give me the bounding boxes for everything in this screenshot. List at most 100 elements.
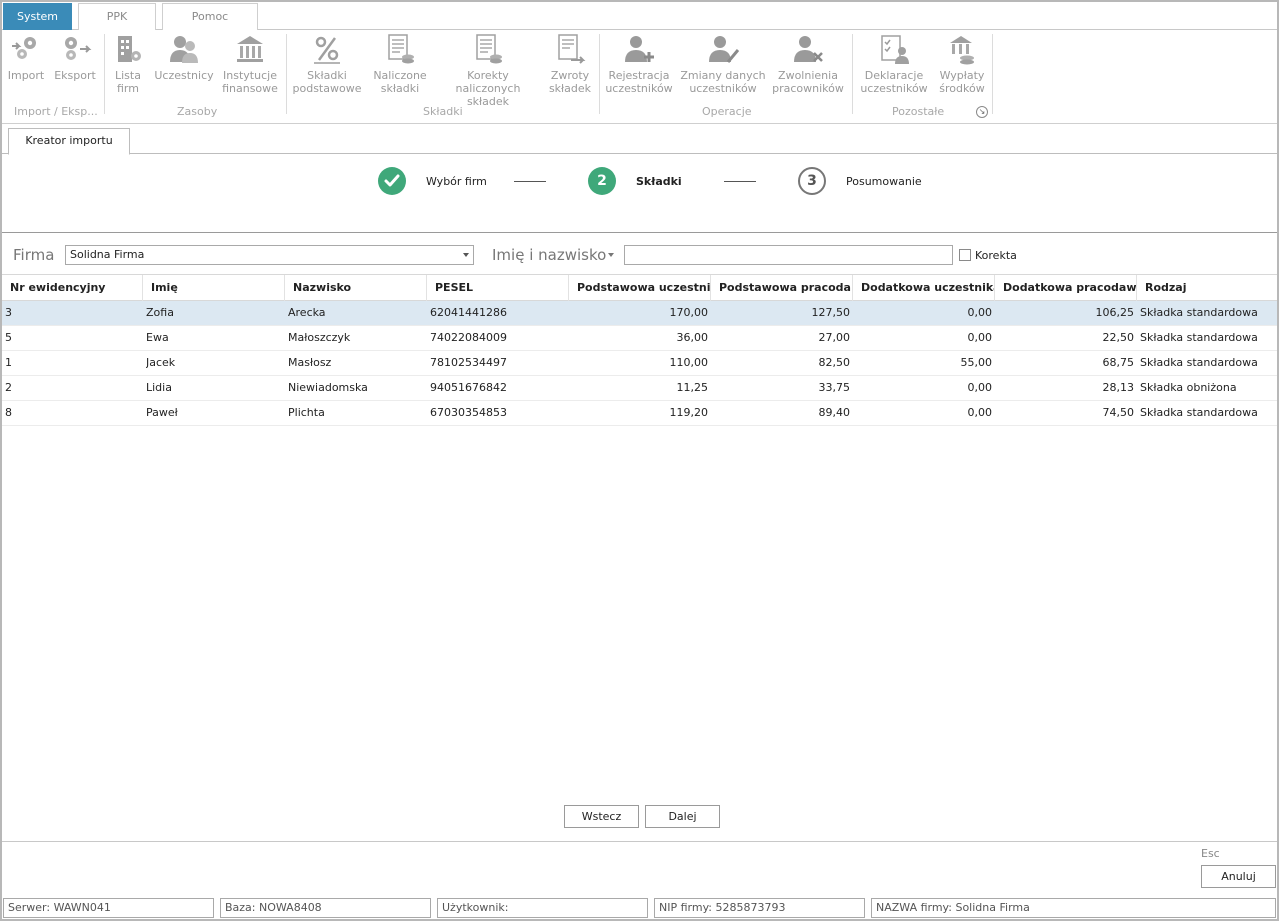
basic-contributions-button[interactable]: Składki podstawowe: [292, 32, 362, 95]
table-cell: Plichta: [288, 406, 325, 419]
wizard-steps: Wybór firm 2 Składki 3 Posumowanie: [0, 160, 1279, 204]
footer-divider: [2, 841, 1277, 842]
name-filter-label[interactable]: Imię i nazwisko: [492, 246, 606, 264]
column-header[interactable]: Nr ewidencyjny: [2, 275, 143, 301]
table-cell: 8: [5, 406, 12, 419]
ribbon-label: podstawowe: [292, 82, 362, 95]
ribbon-label: składek: [548, 82, 592, 95]
next-button[interactable]: Dalej: [645, 805, 720, 828]
tab-system[interactable]: System: [3, 3, 72, 30]
ribbon-label: firm: [117, 82, 139, 95]
user-remove-icon: [794, 36, 823, 62]
ribbon-label: Import: [7, 69, 45, 82]
participants-button[interactable]: Uczestnicy: [154, 32, 214, 82]
table-cell: Niewiadomska: [288, 381, 368, 394]
table-header: Nr ewidencyjny Imię Nazwisko PESEL Podst…: [2, 274, 1277, 301]
ribbon-label: Składki: [307, 69, 347, 82]
column-header[interactable]: Rodzaj: [1137, 275, 1277, 301]
tab-pomoc[interactable]: Pomoc: [162, 3, 258, 30]
group-label-operations: Operacje: [702, 105, 752, 118]
table-cell: Zofia: [146, 306, 174, 319]
table-cell: Paweł: [146, 406, 178, 419]
table-body: 3 Zofia Arecka 62041441286 170,00 127,50 0,00 1…: [2, 301, 1277, 426]
ribbon-label: Eksport: [54, 69, 96, 82]
withdrawals-button[interactable]: Wypłaty środków: [934, 32, 990, 95]
step-label-companies: Wybór firm: [426, 175, 487, 188]
ribbon-label: Naliczone: [373, 69, 427, 82]
accrued-contributions-button[interactable]: Naliczone składki: [372, 32, 428, 95]
table-cell: 11,25: [676, 381, 709, 394]
table-cell: 27,00: [818, 331, 851, 344]
ribbon-separator: [599, 34, 600, 114]
column-header[interactable]: Dodatkowa uczestnika: [853, 275, 995, 301]
cancel-button[interactable]: Anuluj: [1201, 865, 1276, 888]
status-user: Użytkownik:: [437, 898, 648, 918]
table-cell: 2: [5, 381, 12, 394]
step-label-summary: Posumowanie: [846, 175, 922, 188]
contribution-refunds-button[interactable]: Zwroty składek: [548, 32, 592, 95]
ribbon-label: Zwroty: [550, 69, 590, 82]
section-divider: [2, 232, 1277, 233]
table-cell: 33,75: [818, 381, 851, 394]
table-cell: 94051676842: [430, 381, 507, 394]
ribbon-label: Uczestnicy: [154, 69, 214, 82]
ribbon-label: składki: [380, 82, 420, 95]
document-refund-icon: [558, 34, 586, 64]
column-header[interactable]: Nazwisko: [285, 275, 427, 301]
status-database: Baza: NOWA8408: [220, 898, 431, 918]
ribbon-separator: [286, 34, 287, 114]
participant-declarations-button[interactable]: Deklaracje uczestników: [858, 32, 930, 95]
ribbon-label: finansowe: [222, 82, 278, 95]
correction-checkbox[interactable]: [959, 249, 971, 261]
register-participants-button[interactable]: Rejestracja uczestników: [604, 32, 674, 95]
table-cell: Składka standardowa: [1140, 306, 1258, 319]
table-row[interactable]: 1 Jacek Masłosz 78102534497 110,00 82,50 55,00…: [2, 351, 1277, 376]
status-company-name: NAZWA firmy: Solidna Firma: [871, 898, 1276, 918]
status-server: Serwer: WAWN041: [3, 898, 214, 918]
building-icon: [118, 36, 141, 62]
table-cell: Składka obniżona: [1140, 381, 1237, 394]
name-search-input[interactable]: [624, 245, 953, 265]
company-list-button[interactable]: Lista firm: [110, 32, 146, 95]
table-row[interactable]: 8 Paweł Plichta 67030354853 119,20 89,40 0,00 7…: [2, 401, 1277, 426]
table-cell: Składka standardowa: [1140, 331, 1258, 344]
employee-dismissals-button[interactable]: Zwolnienia pracowników: [772, 32, 844, 95]
table-row[interactable]: 3 Zofia Arecka 62041441286 170,00 127,50 0,00 1…: [2, 301, 1277, 326]
ribbon-label: Korekty naliczonych: [455, 69, 521, 95]
ribbon-label: uczestników: [860, 82, 928, 95]
step-connector: [724, 181, 756, 182]
ribbon-label: środków: [939, 82, 985, 95]
table-row[interactable]: 2 Lidia Niewiadomska 94051676842 11,25 33,75 0…: [2, 376, 1277, 401]
column-header[interactable]: Podstawowa uczestnika: [569, 275, 711, 301]
export-button[interactable]: Eksport: [54, 32, 96, 82]
step-done-check-icon: [378, 167, 406, 195]
column-header[interactable]: Imię: [143, 275, 285, 301]
table-cell: 1: [5, 356, 12, 369]
company-select[interactable]: Solidna Firma: [65, 245, 474, 265]
ribbon-label: Instytucje: [223, 69, 277, 82]
back-button[interactable]: Wstecz: [564, 805, 639, 828]
group-launcher-icon[interactable]: ↘: [976, 106, 988, 118]
column-header[interactable]: Podstawowa pracoda...: [711, 275, 853, 301]
tab-ppk[interactable]: PPK: [78, 3, 156, 30]
ribbon-separator: [852, 34, 853, 114]
tab-import-wizard[interactable]: Kreator importu: [8, 128, 130, 155]
table-cell: 74022084009: [430, 331, 507, 344]
document-coins-icon: [388, 34, 414, 64]
accrued-corrections-button[interactable]: Korekty naliczonych składek: [434, 32, 542, 108]
import-button[interactable]: Import: [6, 32, 46, 82]
ribbon-label: Rejestracja: [608, 69, 670, 82]
participant-changes-button[interactable]: Zmiany danych uczestników: [680, 32, 766, 95]
document-tabs: Kreator importu: [2, 124, 1277, 155]
table-row[interactable]: 5 Ewa Małoszczyk 74022084009 36,00 27,00 0,00 2…: [2, 326, 1277, 351]
column-header[interactable]: Dodatkowa pracodawcy: [995, 275, 1137, 301]
table-cell: Małoszczyk: [288, 331, 351, 344]
ribbon-separator: [104, 34, 105, 114]
institutions-button[interactable]: Instytucje finansowe: [220, 32, 280, 95]
company-select-value: Solidna Firma: [70, 248, 145, 261]
chevron-down-icon[interactable]: [608, 253, 614, 257]
table-cell: 3: [5, 306, 12, 319]
table-cell: Masłosz: [288, 356, 332, 369]
column-header[interactable]: PESEL: [427, 275, 569, 301]
ribbon-label: pracowników: [772, 82, 844, 95]
